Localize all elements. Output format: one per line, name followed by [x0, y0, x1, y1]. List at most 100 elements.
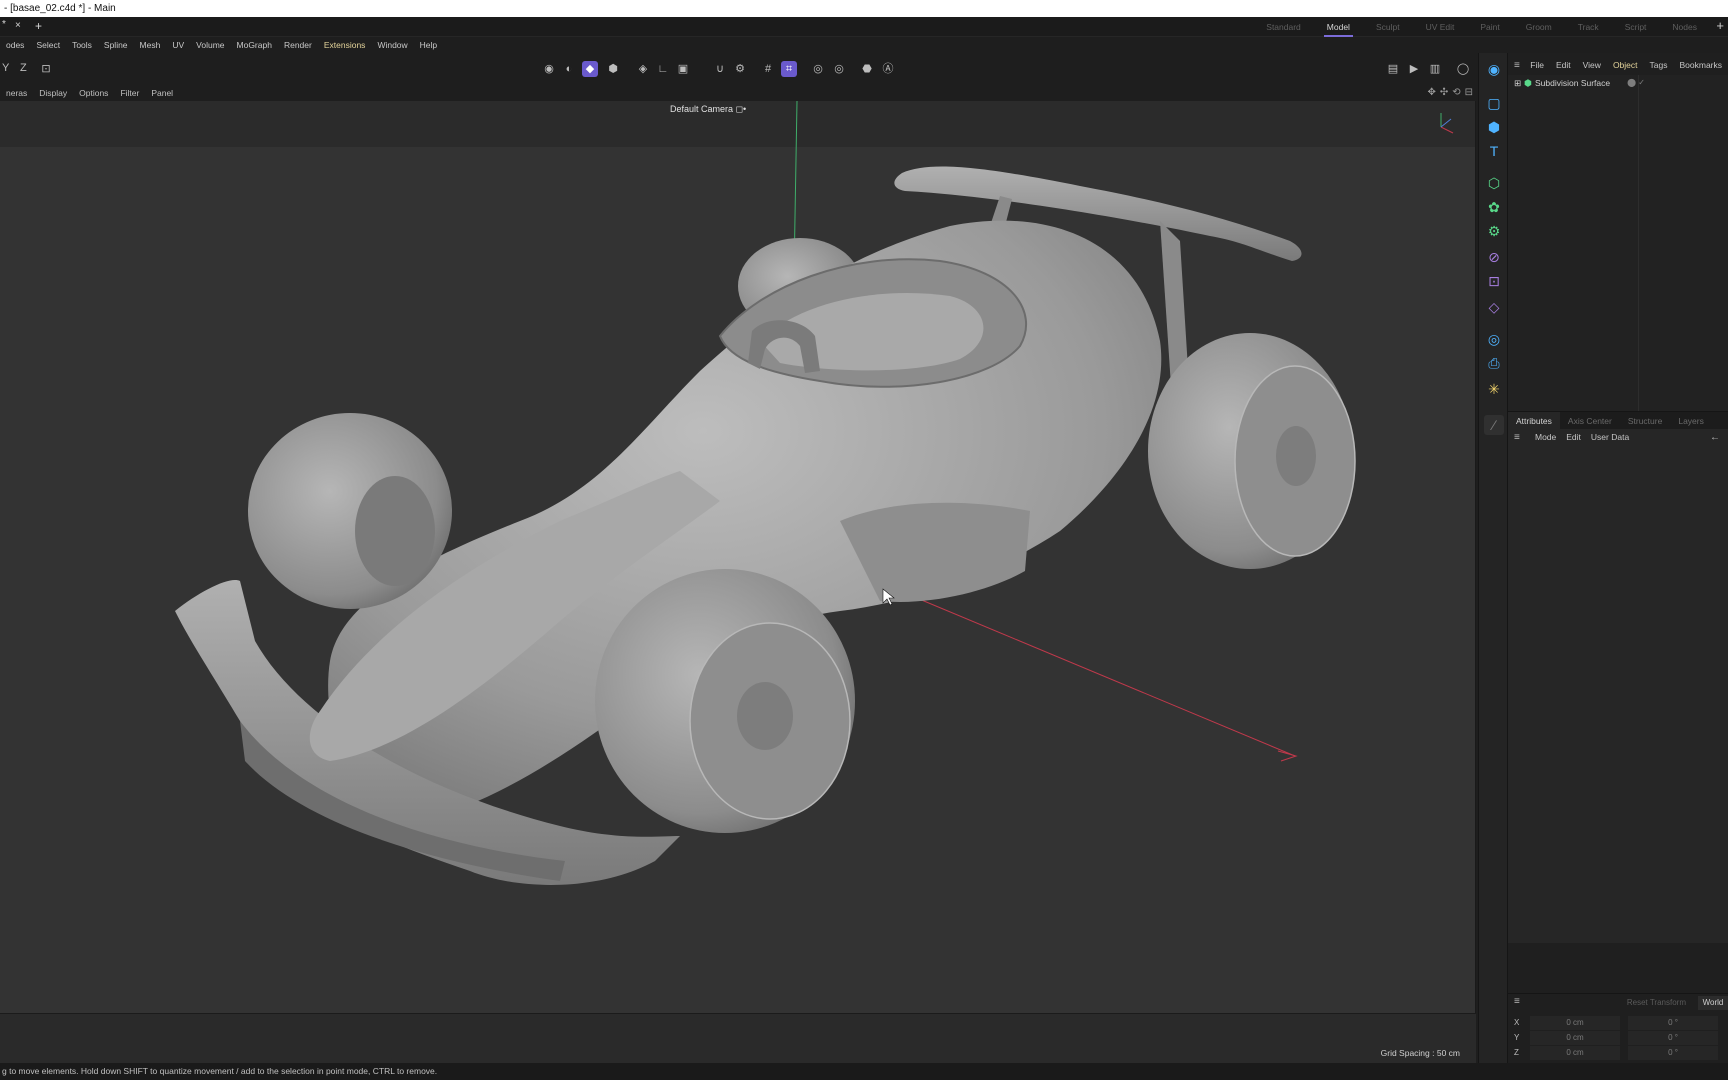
- soft-selection-icon[interactable]: ◎: [831, 61, 847, 77]
- back-arrow-icon[interactable]: ←: [1710, 432, 1720, 443]
- tree-row[interactable]: ⊞ ⬢ Subdivision Surface ⬤ ✓: [1514, 77, 1645, 89]
- position-field[interactable]: 0 cm: [1530, 1046, 1620, 1060]
- object-name[interactable]: Subdivision Surface: [1535, 77, 1610, 89]
- layout-tab-paint[interactable]: Paint: [1467, 17, 1512, 37]
- viewport-menu-neras[interactable]: neras: [0, 85, 33, 101]
- viewport-menu-options[interactable]: Options: [73, 85, 114, 101]
- quantize-icon[interactable]: ⌗: [781, 61, 797, 77]
- add-document-icon[interactable]: +: [35, 19, 42, 33]
- edges-mode-icon[interactable]: ◐: [561, 61, 577, 77]
- coordinate-system-icon[interactable]: ⊡: [38, 61, 54, 77]
- grid-snap-icon[interactable]: #: [760, 61, 776, 77]
- menu-item-mesh[interactable]: Mesh: [134, 37, 167, 53]
- expand-icon[interactable]: ⊞: [1514, 77, 1521, 89]
- document-tab-marker[interactable]: *: [2, 19, 6, 30]
- layout-tab-script[interactable]: Script: [1612, 17, 1660, 37]
- object-tree[interactable]: ⊞ ⬢ Subdivision Surface ⬤ ✓: [1508, 75, 1728, 415]
- object-menu-tags[interactable]: Tags: [1644, 60, 1674, 70]
- hamburger-icon[interactable]: ≡: [1514, 60, 1520, 71]
- tweak-mode-icon[interactable]: ◈: [635, 61, 651, 77]
- axis-mode-icon[interactable]: ∟: [655, 61, 671, 77]
- viewport-menu-filter[interactable]: Filter: [114, 85, 145, 101]
- cloner-icon[interactable]: ✿: [1484, 197, 1504, 217]
- attributes-menu-mode[interactable]: Mode: [1530, 432, 1561, 442]
- live-selection-icon[interactable]: ◯: [1455, 61, 1471, 77]
- model-mode-icon[interactable]: ⬢: [605, 61, 621, 77]
- layout-tab-nodes[interactable]: Nodes: [1659, 17, 1710, 37]
- menu-item-odes[interactable]: odes: [0, 37, 30, 53]
- object-menu-bookmarks[interactable]: Bookmarks: [1673, 60, 1728, 70]
- layout-tab-groom[interactable]: Groom: [1513, 17, 1565, 37]
- menu-item-select[interactable]: Select: [30, 37, 66, 53]
- maximize-view-icon[interactable]: ⊟: [1465, 85, 1473, 101]
- menu-item-volume[interactable]: Volume: [190, 37, 230, 53]
- layout-tab-track[interactable]: Track: [1565, 17, 1612, 37]
- layout-tab-sculpt[interactable]: Sculpt: [1363, 17, 1413, 37]
- hamburger-icon[interactable]: ≡: [1514, 996, 1520, 1007]
- bend-icon[interactable]: ⊡: [1484, 271, 1504, 291]
- visibility-toggle-icon[interactable]: ⬤ ✓: [1627, 77, 1645, 89]
- reset-transform-button[interactable]: Reset Transform: [1627, 998, 1686, 1007]
- menu-item-render[interactable]: Render: [278, 37, 318, 53]
- render-picture-viewer-icon[interactable]: ▶: [1406, 61, 1422, 77]
- attributes-menu-user-data[interactable]: User Data: [1586, 432, 1634, 442]
- magnet-icon[interactable]: ∪: [712, 61, 728, 77]
- generator-icon[interactable]: ⬡: [1484, 173, 1504, 193]
- cube-icon[interactable]: ⬢: [1484, 117, 1504, 137]
- render-settings-icon[interactable]: ▥: [1427, 61, 1443, 77]
- tab-attributes[interactable]: Attributes: [1508, 412, 1560, 429]
- points-mode-icon[interactable]: ◉: [541, 61, 557, 77]
- auto-key-icon[interactable]: Ⓐ: [880, 61, 896, 77]
- car-model-render[interactable]: [0, 101, 1476, 1013]
- viewport-solo-icon[interactable]: ⬣: [859, 61, 875, 77]
- tab-axis-center[interactable]: Axis Center: [1560, 412, 1620, 429]
- layout-tab-standard[interactable]: Standard: [1253, 17, 1314, 37]
- object-menu-file[interactable]: File: [1524, 60, 1550, 70]
- tab-structure[interactable]: Structure: [1620, 412, 1671, 429]
- deformer-icon[interactable]: ⊘: [1484, 247, 1504, 267]
- rotation-field[interactable]: 0 °: [1628, 1046, 1718, 1060]
- move-camera-icon[interactable]: ✣: [1440, 85, 1448, 101]
- axis-y-toggle[interactable]: Y: [2, 60, 9, 76]
- menu-item-window[interactable]: Window: [371, 37, 413, 53]
- field-icon[interactable]: ◇: [1484, 297, 1504, 317]
- layout-tab-uv-edit[interactable]: UV Edit: [1413, 17, 1468, 37]
- attributes-menu-edit[interactable]: Edit: [1561, 432, 1586, 442]
- rotation-field[interactable]: 0 °: [1628, 1031, 1718, 1045]
- menu-item-extensions[interactable]: Extensions: [318, 37, 372, 53]
- texture-mode-icon[interactable]: ▣: [675, 61, 691, 77]
- object-menu-view[interactable]: View: [1577, 60, 1607, 70]
- polygons-mode-icon[interactable]: ◆: [582, 61, 598, 77]
- text-icon[interactable]: T: [1484, 141, 1504, 161]
- pan-icon[interactable]: ✥: [1427, 85, 1435, 101]
- viewport-menu-display[interactable]: Display: [33, 85, 73, 101]
- settings-gear-icon[interactable]: ⚙: [732, 61, 748, 77]
- menu-item-spline[interactable]: Spline: [98, 37, 134, 53]
- object-menu-object[interactable]: Object: [1607, 60, 1644, 70]
- position-field[interactable]: 0 cm: [1530, 1016, 1620, 1030]
- close-icon[interactable]: ×: [15, 20, 21, 31]
- position-field[interactable]: 0 cm: [1530, 1031, 1620, 1045]
- gear-icon[interactable]: ⚙: [1484, 221, 1504, 241]
- hamburger-icon[interactable]: ≡: [1514, 432, 1526, 443]
- menu-item-mograph[interactable]: MoGraph: [231, 37, 278, 53]
- 3d-viewport[interactable]: Default Camera ◻•: [0, 101, 1476, 1013]
- menu-item-tools[interactable]: Tools: [66, 37, 98, 53]
- menu-item-uv[interactable]: UV: [166, 37, 190, 53]
- square-icon[interactable]: ▢: [1484, 93, 1504, 113]
- viewport-menu-panel[interactable]: Panel: [145, 85, 179, 101]
- pen-tool-icon[interactable]: ∕: [1484, 415, 1504, 435]
- rotation-field[interactable]: 0 °: [1628, 1016, 1718, 1030]
- light-icon[interactable]: ✳: [1484, 379, 1504, 399]
- add-layout-icon[interactable]: +: [1716, 18, 1724, 33]
- axis-z-toggle[interactable]: Z: [20, 60, 27, 76]
- environment-icon[interactable]: ◎: [1484, 329, 1504, 349]
- workplane-icon[interactable]: ◎: [810, 61, 826, 77]
- render-view-icon[interactable]: ▤: [1385, 61, 1401, 77]
- rotate-camera-icon[interactable]: ⟲: [1452, 85, 1460, 101]
- coordinate-space-dropdown[interactable]: World: [1698, 996, 1728, 1010]
- tab-layers[interactable]: Layers: [1670, 412, 1712, 429]
- object-menu-edit[interactable]: Edit: [1550, 60, 1577, 70]
- menu-item-help[interactable]: Help: [414, 37, 443, 53]
- layout-tab-model[interactable]: Model: [1314, 17, 1363, 37]
